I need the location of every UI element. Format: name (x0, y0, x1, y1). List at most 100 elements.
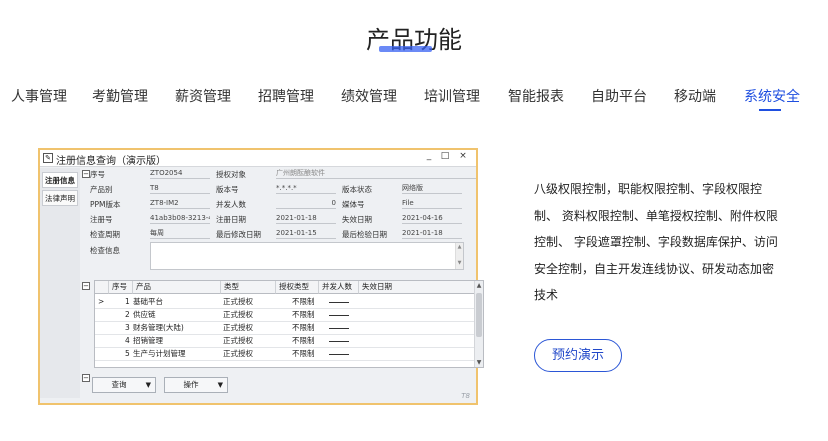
product-grid: 序号 产品 类型 授权类型 并发人数 失效日期 > 1 基础平台 正式授权 不限… (94, 280, 484, 368)
scroll-up-icon[interactable]: ▲ (475, 282, 483, 289)
row-auth: 不限制 (292, 323, 315, 332)
edit-icon: ✎ (43, 153, 53, 163)
description-line: 技术 (534, 288, 559, 302)
close-button[interactable]: × (456, 151, 470, 161)
row-type: 正式授权 (223, 323, 253, 332)
description-line: 控制、 字段遮罩控制、字段数据库保护、访问 (534, 235, 778, 249)
concurrent-dash (329, 328, 349, 329)
auth-obj-field[interactable]: 广州朗酝酿软件 (276, 168, 476, 179)
page: 产品功能 人事管理 考勤管理 薪资管理 招聘管理 绩效管理 培训管理 智能报表 … (0, 0, 828, 441)
ppm-field[interactable]: ZT8-IM2 (150, 198, 210, 209)
reg-no-label: 注册号 (90, 215, 113, 224)
seq-label: 序号 (90, 170, 105, 179)
grid-scrollbar[interactable]: ▲ ▼ (474, 281, 483, 367)
check-info-label: 检查信息 (90, 246, 120, 255)
book-demo-button[interactable]: 预约演示 (534, 339, 622, 372)
side-tabs: 注册信息 法律声明 (40, 168, 80, 398)
registration-window: ✎ 注册信息查询（演示版） _ □ × 注册信息 法律声明 − 序号 ZTO20… (38, 148, 484, 405)
version-field[interactable]: *.*.*.* (276, 183, 336, 194)
description-line: 制、 资料权限控制、单笔授权控制、附件权限 (534, 208, 778, 223)
media-field[interactable]: File (402, 198, 462, 209)
col-auth-type[interactable]: 授权类型 (276, 281, 319, 294)
tab-recruit[interactable]: 招聘管理 (258, 86, 314, 106)
row-no: 2 (125, 310, 130, 319)
operate-button[interactable]: 操作 ▼ (164, 377, 228, 393)
check-info-textarea[interactable]: ▲ ▼ (150, 242, 464, 270)
last-check-label: 最后检验日期 (342, 230, 387, 239)
row-no: 3 (125, 323, 130, 332)
description-line: 安全控制，自主开发连线协议、研发动态加密 (534, 261, 775, 276)
row-auth: 不限制 (292, 297, 315, 306)
feature-description: 八级权限控制，职能权限控制、字段权限控 制、 资料权限控制、单笔授权控制、附件权… (534, 176, 794, 309)
reg-date-label: 注册日期 (216, 215, 246, 224)
row-no: 5 (125, 349, 130, 358)
tab-attendance[interactable]: 考勤管理 (92, 86, 148, 106)
query-button[interactable]: 查询 ▼ (92, 377, 156, 393)
chevron-down-icon: ▼ (217, 381, 223, 389)
collapse-grid-icon[interactable]: − (82, 282, 90, 290)
check-period-field[interactable]: 每周 (150, 228, 210, 239)
version-label: 版本号 (216, 185, 239, 194)
feature-tabs: 人事管理 考勤管理 薪资管理 招聘管理 绩效管理 培训管理 智能报表 自助平台 … (0, 86, 828, 111)
col-product[interactable]: 产品 (133, 281, 221, 294)
expire-label: 失效日期 (342, 215, 372, 224)
row-auth: 不限制 (292, 336, 315, 345)
tab-registration-info[interactable]: 注册信息 (42, 172, 78, 188)
last-check-field[interactable]: 2021-01-18 (402, 228, 462, 239)
row-pointer: > (98, 297, 105, 306)
tab-performance[interactable]: 绩效管理 (341, 86, 397, 106)
tab-hr[interactable]: 人事管理 (11, 86, 67, 106)
col-expire[interactable]: 失效日期 (359, 281, 475, 294)
col-no[interactable]: 序号 (109, 281, 133, 294)
last-modify-field[interactable]: 2021-01-15 (276, 228, 336, 239)
window-title: 注册信息查询（演示版） (56, 156, 166, 167)
row-no: 4 (125, 336, 130, 345)
operate-label: 操作 (183, 380, 199, 389)
media-label: 媒体号 (342, 200, 365, 209)
auth-obj-label: 授权对象 (216, 170, 246, 179)
col-type[interactable]: 类型 (221, 281, 276, 294)
check-period-label: 检查周期 (90, 230, 120, 239)
tab-mobile[interactable]: 移动端 (674, 86, 716, 106)
category-field[interactable]: T8 (150, 183, 210, 194)
row-product: 供应链 (133, 310, 156, 319)
expire-field[interactable]: 2021-04-16 (402, 213, 462, 224)
version-status-field[interactable]: 网络版 (402, 183, 462, 194)
row-product: 基础平台 (133, 297, 163, 306)
tab-payroll[interactable]: 薪资管理 (175, 86, 231, 106)
collapse-toolbar-icon[interactable]: − (82, 374, 90, 382)
tab-reports[interactable]: 智能报表 (508, 86, 564, 106)
textarea-scrollbar[interactable]: ▲ ▼ (455, 243, 463, 269)
reg-date-field[interactable]: 2021-01-18 (276, 213, 336, 224)
concurrent-dash (329, 302, 349, 303)
description-line: 八级权限控制，职能权限控制、字段权限控 (534, 182, 763, 196)
t8-badge: T8 (461, 392, 470, 400)
concurrent-label: 并发人数 (216, 200, 246, 209)
row-product: 生产与计划管理 (133, 349, 186, 358)
row-auth: 不限制 (292, 310, 315, 319)
tab-training[interactable]: 培训管理 (424, 86, 480, 106)
tab-selfservice[interactable]: 自助平台 (591, 86, 647, 106)
tab-security[interactable]: 系统安全 (744, 86, 800, 106)
concurrent-field[interactable]: 0 (276, 198, 336, 209)
version-status-label: 版本状态 (342, 185, 372, 194)
title-underline (379, 46, 432, 52)
window-titlebar: ✎ 注册信息查询（演示版） _ □ × (40, 150, 476, 167)
row-type: 正式授权 (223, 310, 253, 319)
reg-no-field[interactable]: 41ab3b08-3213-4 (150, 213, 210, 224)
row-auth: 不限制 (292, 349, 315, 358)
minimize-button[interactable]: _ (422, 151, 436, 161)
maximize-button[interactable]: □ (438, 151, 452, 161)
last-modify-label: 最后修改日期 (216, 230, 261, 239)
concurrent-dash (329, 354, 349, 355)
active-tab-underline (759, 109, 781, 111)
scroll-down-icon[interactable]: ▼ (475, 359, 483, 366)
concurrent-dash (329, 315, 349, 316)
row-no: 1 (125, 297, 130, 306)
tab-legal[interactable]: 法律声明 (42, 190, 78, 206)
scroll-thumb[interactable] (476, 293, 482, 337)
chevron-down-icon: ▼ (145, 381, 151, 389)
row-type: 正式授权 (223, 297, 253, 306)
seq-field[interactable]: ZTO2054 (150, 168, 210, 179)
col-concurrent[interactable]: 并发人数 (319, 281, 359, 294)
